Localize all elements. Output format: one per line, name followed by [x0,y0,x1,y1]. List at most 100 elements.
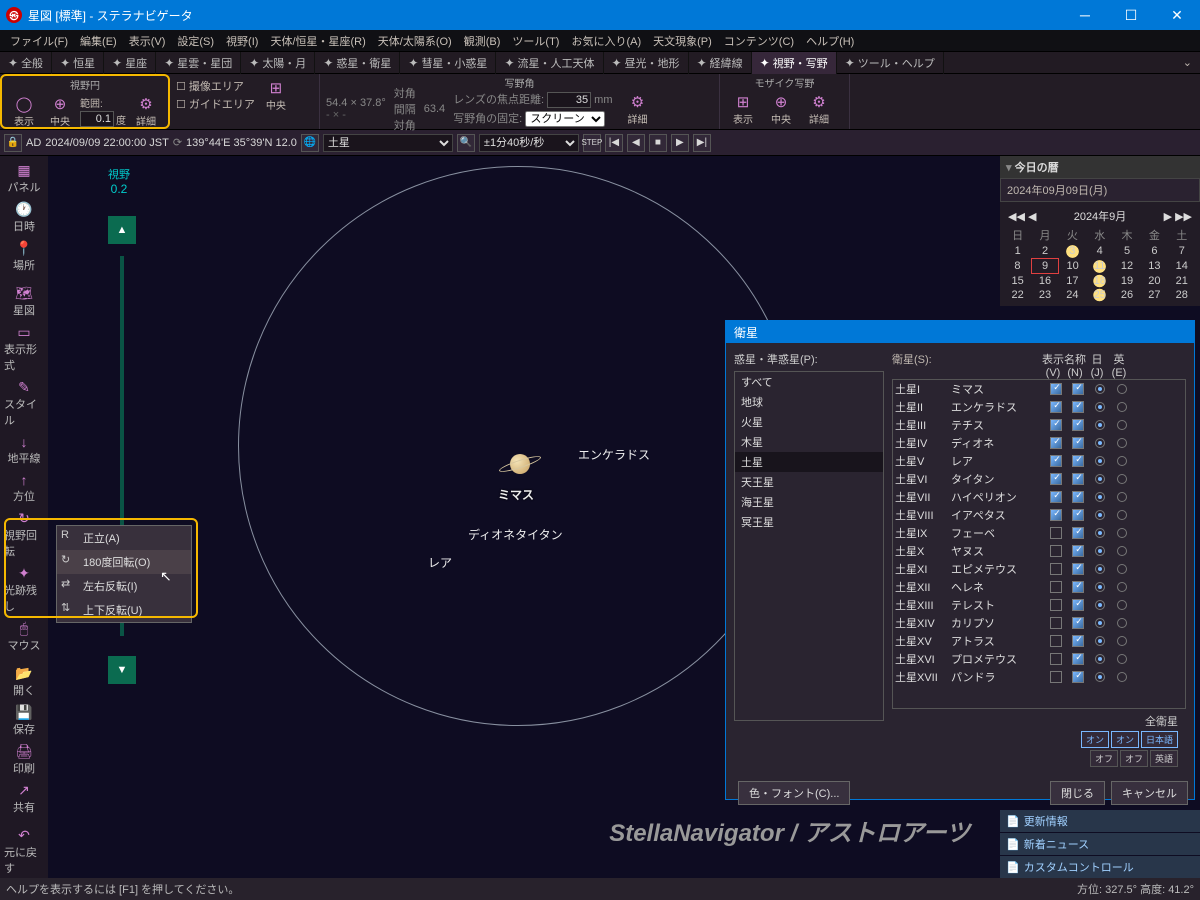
tab-ツール・ヘルプ[interactable]: ✦ ツール・ヘルプ [837,52,944,74]
planet-冥王星[interactable]: 冥王星 [735,512,883,532]
menu-視野(I)[interactable]: 視野(I) [220,31,264,51]
sidetool-保存[interactable]: 💾保存 [4,702,44,739]
sat-row-エンケラドス[interactable]: 土星IIエンケラドス [893,398,1185,416]
menu-天体/太陽系(O)[interactable]: 天体/太陽系(O) [372,31,458,51]
time-first-button[interactable]: |◀ [605,134,623,152]
menu-お気に入り(A)[interactable]: お気に入り(A) [565,31,647,51]
mosaic-show-button[interactable]: ⊞表示 [726,89,760,129]
time-prev-button[interactable]: ◀ [627,134,645,152]
sidetool-方位[interactable]: ↑方位 [4,470,44,506]
zoom-out-button[interactable]: ▼ [108,656,136,684]
dialog-close-button[interactable]: 閉じる [1050,781,1105,805]
color-font-button[interactable]: 色・フォント(C)... [738,781,850,805]
satellite-list[interactable]: 土星Iミマス土星IIエンケラドス土星IIIテチス土星IVディオネ土星Vレア土星V… [892,379,1186,709]
maximize-button[interactable]: ☐ [1108,0,1154,30]
sat-row-ヘレネ[interactable]: 土星XIIヘレネ [893,578,1185,596]
link-カスタムコントロール[interactable]: 📄カスタムコントロール [1000,856,1200,878]
time-step-select[interactable]: ±1分40秒/秒 [479,134,579,152]
imaging-area-toggle[interactable]: ☐ 撮像エリア [176,78,255,94]
target-select[interactable]: 土星 [323,134,453,152]
planet-土星[interactable]: 土星 [735,452,883,472]
calendar-grid[interactable]: 日月火水木金土123456789101112131415161718192021… [1004,226,1196,302]
dialog-cancel-button[interactable]: キャンセル [1111,781,1188,805]
fov-fix-select[interactable]: スクリーン [525,111,605,127]
fov-angle-detail-button[interactable]: ⚙詳細 [620,89,654,129]
sidetool-星図[interactable]: 🗺星図 [4,283,44,320]
planet-木星[interactable]: 木星 [735,432,883,452]
sat-row-カリプソ[interactable]: 土星XIVカリプソ [893,614,1185,632]
sidetool-元に戻す[interactable]: ↶元に戻す [4,825,44,878]
toggle-v-on[interactable]: オン [1081,731,1109,748]
sat-row-テチス[interactable]: 土星IIIテチス [893,416,1185,434]
sidetool-マウス[interactable]: 🖱マウス [4,618,44,655]
sat-row-エピメテウス[interactable]: 土星XIエピメテウス [893,560,1185,578]
toggle-n-on[interactable]: オン [1111,731,1139,748]
sidetool-印刷[interactable]: 🖨印刷 [4,741,44,778]
close-button[interactable]: ✕ [1154,0,1200,30]
tab-惑星・衛星[interactable]: ✦ 惑星・衛星 [315,52,400,74]
menu-観測(B)[interactable]: 観測(B) [458,31,507,51]
ctx-正立(A)[interactable]: R正立(A) [57,526,191,550]
sat-row-ハイペリオン[interactable]: 土星VIIハイペリオン [893,488,1185,506]
menu-ツール(T)[interactable]: ツール(T) [506,31,565,51]
location-icon[interactable]: 🌐 [301,134,319,152]
tab-太陽・月[interactable]: ✦ 太陽・月 [241,52,315,74]
collapse-ribbon-icon[interactable]: ⌄ [1183,56,1200,69]
planet-すべて[interactable]: すべて [735,372,883,392]
menu-コンテンツ(C)[interactable]: コンテンツ(C) [718,31,800,51]
tab-視野・写野[interactable]: ✦ 視野・写野 [752,52,837,74]
cal-prev-button[interactable]: ◀◀ ◀ [1008,210,1036,223]
sat-row-レア[interactable]: 土星Vレア [893,452,1185,470]
tab-彗星・小惑星[interactable]: ✦ 彗星・小惑星 [400,52,496,74]
menu-設定(S)[interactable]: 設定(S) [171,31,220,51]
tab-経緯線[interactable]: ✦ 経緯線 [689,52,752,74]
cal-next-button[interactable]: ▶ ▶▶ [1164,210,1192,223]
fov-range-input[interactable] [80,111,114,127]
sat-row-パンドラ[interactable]: 土星XVIIパンドラ [893,668,1185,686]
sidetool-開く[interactable]: 📂開く [4,663,44,700]
planet-火星[interactable]: 火星 [735,412,883,432]
sat-row-アトラス[interactable]: 土星XVアトラス [893,632,1185,650]
sat-row-ミマス[interactable]: 土星Iミマス [893,380,1185,398]
tab-星座[interactable]: ✦ 星座 [104,52,156,74]
planet-地球[interactable]: 地球 [735,392,883,412]
sidetool-地平線[interactable]: ↓地平線 [4,432,44,468]
time-last-button[interactable]: ▶| [693,134,711,152]
sidetool-共有[interactable]: ↗共有 [4,780,44,817]
mosaic-detail-button[interactable]: ⚙詳細 [802,89,836,129]
mosaic-center-button[interactable]: ⊕中央 [764,89,798,129]
datetime-display[interactable]: 2024/09/09 22:00:00 JST [45,137,169,149]
sidetool-視野回転[interactable]: ↻視野回転 [4,508,44,561]
sat-row-テレスト[interactable]: 土星XIIIテレスト [893,596,1185,614]
sidetool-場所[interactable]: 📍場所 [4,238,44,275]
toggle-en[interactable]: 英語 [1150,750,1178,767]
toggle-n-off[interactable]: オフ [1120,750,1148,767]
location-display[interactable]: 139°44'E 35°39'N 12.0 [186,137,297,149]
planet-list[interactable]: すべて地球火星木星土星天王星海王星冥王星 [734,371,884,721]
fov-show-button[interactable]: ◯表示 [8,91,40,131]
tab-流星・人工天体[interactable]: ✦ 流星・人工天体 [496,52,603,74]
sat-row-タイタン[interactable]: 土星VIタイタン [893,470,1185,488]
time-lock-icon[interactable]: 🔒 [4,134,22,152]
time-stop-button[interactable]: ■ [649,134,667,152]
menu-ファイル(F)[interactable]: ファイル(F) [4,31,74,51]
step-mode-icon[interactable]: STEP [583,134,601,152]
sat-row-フェーベ[interactable]: 土星IXフェーベ [893,524,1185,542]
link-更新情報[interactable]: 📄更新情報 [1000,810,1200,832]
sat-row-ディオネ[interactable]: 土星IVディオネ [893,434,1185,452]
menu-天文現象(P)[interactable]: 天文現象(P) [647,31,718,51]
sat-row-プロメテウス[interactable]: 土星XVIプロメテウス [893,650,1185,668]
tab-全般[interactable]: ✦ 全般 [0,52,52,74]
imaging-center-button[interactable]: ⊞中央 [259,75,293,115]
fov-detail-button[interactable]: ⚙詳細 [130,91,162,131]
sidetool-表示形式[interactable]: ▭表示形式 [4,322,44,375]
toggle-v-off[interactable]: オフ [1090,750,1118,767]
time-next-button[interactable]: ▶ [671,134,689,152]
menu-表示(V)[interactable]: 表示(V) [123,31,172,51]
tab-星雲・星団[interactable]: ✦ 星雲・星団 [156,52,241,74]
fov-center-button[interactable]: ⊕中央 [44,91,76,131]
ctx-上下反転(U)[interactable]: ⇅上下反転(U) [57,598,191,622]
search-button[interactable]: 🔍 [457,134,475,152]
tab-恒星[interactable]: ✦ 恒星 [52,52,104,74]
focal-length-input[interactable] [547,92,591,108]
